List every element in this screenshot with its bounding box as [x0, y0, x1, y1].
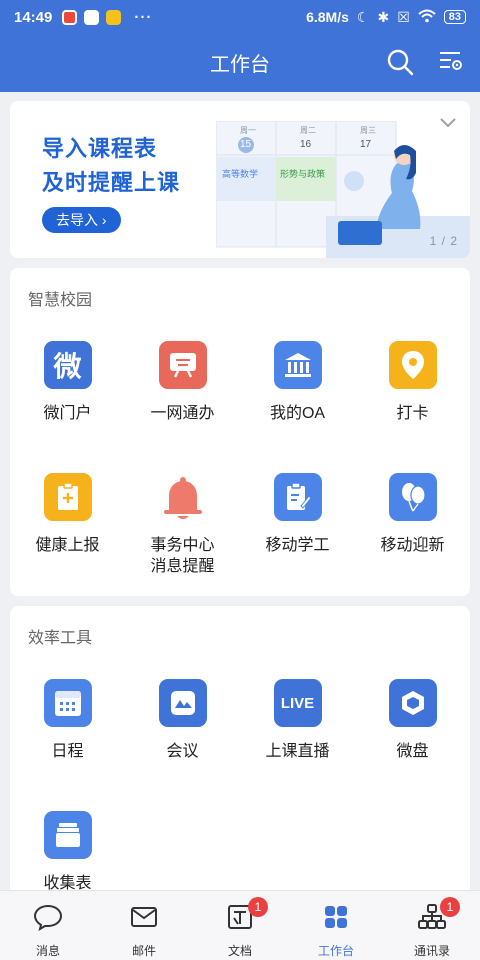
wifi-icon — [418, 9, 436, 26]
notification-app-icon — [62, 9, 78, 25]
tab-label: 工作台 — [317, 944, 354, 958]
health-report-icon — [43, 473, 92, 521]
bell-icon — [159, 473, 207, 521]
section-title: 智慧校园 — [28, 292, 93, 309]
app-affairs-center[interactable]: 事务中心 消息提醒 — [125, 473, 240, 577]
sim-off-icon: ☒ — [397, 8, 410, 25]
banner-headline-2: 及时提醒上课 — [42, 170, 181, 195]
institution-icon — [273, 341, 322, 389]
balloons-icon — [388, 473, 437, 521]
banner-pager: 1 / 2 — [429, 234, 458, 248]
tab-contacts[interactable]: 1 通讯录 — [384, 891, 480, 960]
schedule-day: 周二 — [300, 126, 316, 135]
app-cloud-disk[interactable]: 微盘 — [355, 679, 470, 762]
app-label: 微门户 — [43, 405, 92, 422]
tab-messages[interactable]: 消息 — [0, 891, 96, 960]
app-health-report[interactable]: 健康上报 — [10, 473, 125, 556]
clipboard-edit-icon — [273, 473, 322, 521]
app-live-class[interactable]: LIVE 上课直播 — [240, 679, 355, 762]
app-label: 微盘 — [396, 743, 429, 760]
status-bar: 14:49 ··· 6.8M/s ☾ ✱ ☒ 83 — [0, 0, 480, 34]
app-mobile-welcome[interactable]: 移动迎新 — [355, 473, 470, 556]
location-pin-icon — [388, 341, 437, 389]
schedule-course: 高等数学 — [222, 169, 259, 179]
notification-app-icon — [106, 9, 122, 25]
tab-label: 消息 — [35, 944, 60, 958]
battery-indicator: 83 — [443, 10, 466, 24]
tab-documents[interactable]: 1 文档 — [192, 891, 288, 960]
calendar-icon — [43, 679, 92, 727]
app-label: 一网通办 — [150, 405, 215, 422]
app-mobile-student-affairs[interactable]: 移动学工 — [240, 473, 355, 556]
efficiency-tools-section: 效率工具 日程 会议 LIVE 上课直播 微盘 收集表 — [10, 606, 470, 906]
app-label: 健康上报 — [35, 537, 100, 554]
app-one-stop-service[interactable]: 一网通办 — [125, 341, 240, 424]
tab-mail[interactable]: 邮件 — [96, 891, 192, 960]
app-calendar[interactable]: 日程 — [10, 679, 125, 762]
app-label: 日程 — [51, 743, 84, 760]
tab-label: 通讯录 — [413, 944, 450, 958]
import-button[interactable]: 去导入 › — [42, 207, 121, 233]
app-collect-form[interactable]: 收集表 — [10, 811, 125, 894]
app-label: 会议 — [166, 743, 199, 760]
schedule-import-banner[interactable]: 导入课程表 及时提醒上课 去导入 › 周一 周二 周三 15 16 17 高等数… — [10, 101, 470, 258]
wei-portal-icon: 微 — [43, 341, 92, 389]
network-speed: 6.8M/s — [306, 9, 349, 25]
collect-form-icon — [43, 811, 92, 859]
mail-icon — [129, 903, 159, 936]
tab-label: 邮件 — [131, 944, 156, 958]
schedule-day: 周三 — [360, 126, 376, 135]
app-meeting[interactable]: 会议 — [125, 679, 240, 762]
bluetooth-icon: ✱ — [377, 8, 390, 25]
unread-badge: 1 — [248, 897, 268, 917]
banner-headline-1: 导入课程表 — [42, 136, 158, 161]
app-wei-portal[interactable]: 微 微门户 — [10, 341, 125, 424]
smart-campus-section: 智慧校园 微 微门户 一网通办 我的OA 打卡 健康上报 事务中心 消息提醒 移… — [10, 268, 470, 596]
schedule-date: 17 — [360, 139, 372, 150]
app-label: 移动学工 — [265, 537, 330, 554]
workbench-grid-icon — [321, 903, 351, 936]
app-label: 上课直播 — [265, 743, 330, 760]
app-label: 打卡 — [396, 405, 429, 422]
unread-badge: 1 — [440, 897, 460, 917]
settings-menu-icon[interactable] — [438, 48, 464, 81]
section-title: 效率工具 — [28, 630, 93, 647]
cloud-disk-icon — [388, 679, 437, 727]
meeting-icon — [158, 679, 207, 727]
status-time: 14:49 — [14, 8, 53, 26]
schedule-date: 16 — [300, 139, 312, 150]
service-hall-icon — [158, 341, 207, 389]
schedule-course: 形势与政策 — [280, 169, 326, 179]
bottom-tab-bar: 消息 邮件 1 文档 工作台 1 通讯录 — [0, 890, 480, 960]
search-icon[interactable] — [386, 48, 414, 81]
app-label: 我的OA — [269, 405, 326, 422]
more-notifications-icon: ··· — [134, 8, 153, 26]
app-label: 事务中心 消息提醒 — [150, 537, 215, 575]
schedule-date: 15 — [240, 139, 252, 150]
app-label: 移动迎新 — [380, 537, 445, 554]
tab-workbench[interactable]: 工作台 — [288, 891, 384, 960]
moon-icon: ☾ — [356, 8, 370, 25]
schedule-day: 周一 — [240, 126, 256, 135]
top-bar: 14:49 ··· 6.8M/s ☾ ✱ ☒ 83 工作台 — [0, 0, 480, 92]
app-check-in[interactable]: 打卡 — [355, 341, 470, 424]
live-icon: LIVE — [273, 679, 322, 727]
tab-label: 文档 — [227, 944, 252, 958]
app-my-oa[interactable]: 我的OA — [240, 341, 355, 424]
notification-app-icon — [84, 9, 100, 25]
chat-bubble-icon — [33, 903, 63, 936]
